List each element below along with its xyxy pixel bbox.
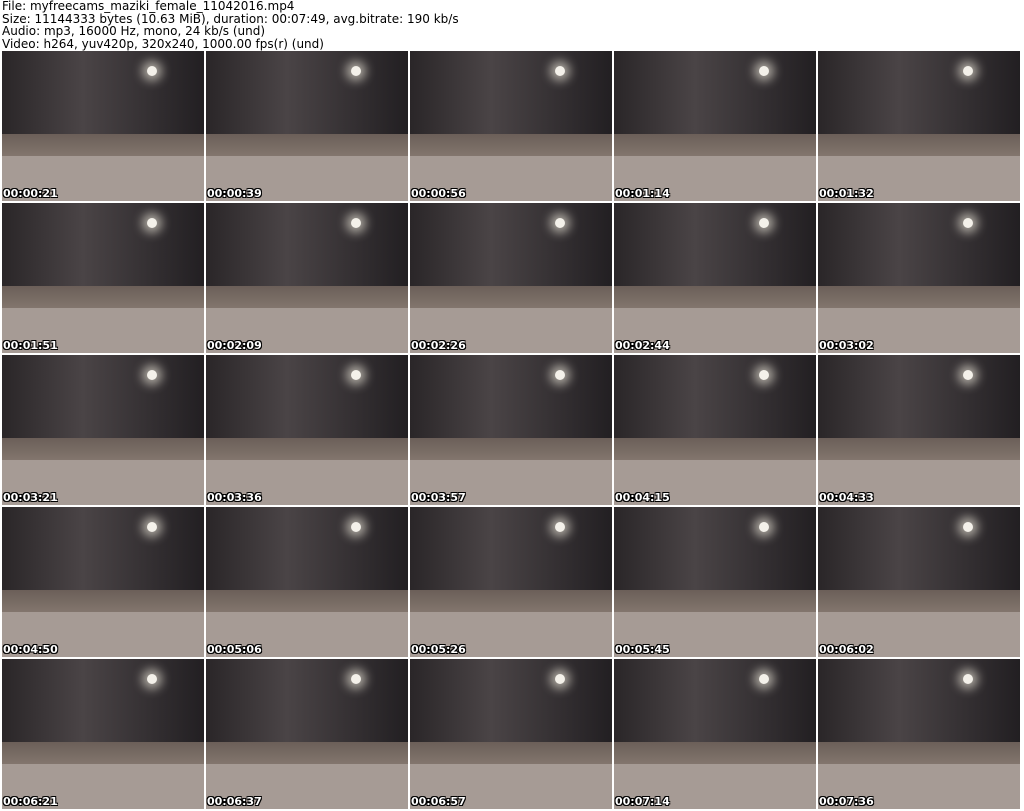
video-thumbnail: 00:03:21 (2, 355, 204, 505)
thumbnail-timestamp: 00:06:57 (411, 795, 466, 808)
video-thumbnail: 00:06:02 (818, 507, 1020, 657)
audio-info: Audio: mp3, 16000 Hz, mono, 24 kb/s (und… (2, 24, 266, 38)
thumbnail-timestamp: 00:00:56 (411, 187, 466, 200)
thumbnail-background (410, 355, 612, 438)
thumbnail-timestamp: 00:06:02 (819, 643, 874, 656)
thumbnail-timestamp: 00:01:32 (819, 187, 874, 200)
video-thumbnail: 00:02:09 (206, 203, 408, 353)
thumbnail-timestamp: 00:00:39 (207, 187, 262, 200)
thumbnail-background (614, 203, 816, 286)
video-thumbnail: 00:04:50 (2, 507, 204, 657)
thumbnail-background (206, 659, 408, 742)
thumbnail-background (206, 203, 408, 286)
thumbnail-timestamp: 00:02:26 (411, 339, 466, 352)
thumbnail-background (206, 507, 408, 590)
video-thumbnail: 00:03:36 (206, 355, 408, 505)
thumbnail-background (614, 355, 816, 438)
video-thumbnail: 00:06:21 (2, 659, 204, 809)
thumbnail-background (818, 355, 1020, 438)
video-thumbnail: 00:00:56 (410, 51, 612, 201)
video-thumbnail: 00:02:26 (410, 203, 612, 353)
thumbnail-background (2, 203, 204, 286)
thumbnail-timestamp: 00:05:06 (207, 643, 262, 656)
video-thumbnail: 00:05:45 (614, 507, 816, 657)
video-thumbnail: 00:04:15 (614, 355, 816, 505)
video-thumbnail: 00:07:14 (614, 659, 816, 809)
thumbnail-background (2, 355, 204, 438)
thumbnail-timestamp: 00:07:36 (819, 795, 874, 808)
thumbnail-timestamp: 00:04:33 (819, 491, 874, 504)
thumbnail-background (206, 355, 408, 438)
thumbnail-timestamp: 00:03:57 (411, 491, 466, 504)
thumbnail-background (2, 659, 204, 742)
video-thumbnail: 00:06:37 (206, 659, 408, 809)
thumbnail-background (410, 659, 612, 742)
video-thumbnail: 00:01:32 (818, 51, 1020, 201)
video-thumbnail: 00:00:39 (206, 51, 408, 201)
thumbnail-timestamp: 00:05:45 (615, 643, 670, 656)
video-thumbnail: 00:05:06 (206, 507, 408, 657)
thumbnail-background (818, 507, 1020, 590)
thumbnail-timestamp: 00:03:21 (3, 491, 58, 504)
thumbnail-timestamp: 00:00:21 (3, 187, 58, 200)
video-thumbnail: 00:01:14 (614, 51, 816, 201)
video-thumbnail: 00:04:33 (818, 355, 1020, 505)
video-thumbnail: 00:02:44 (614, 203, 816, 353)
thumbnail-timestamp: 00:01:51 (3, 339, 58, 352)
video-thumbnail: 00:07:36 (818, 659, 1020, 809)
thumbnail-grid: 00:00:21 00:00:39 00:00:56 00:01:14 00:01:32… (2, 51, 1020, 809)
thumbnail-background (818, 51, 1020, 134)
video-info: Video: h264, yuv420p, 320x240, 1000.00 f… (2, 36, 324, 51)
thumbnail-background (410, 51, 612, 134)
thumbnail-background (614, 51, 816, 134)
thumbnail-timestamp: 00:06:37 (207, 795, 262, 808)
video-thumbnail: 00:05:26 (410, 507, 612, 657)
thumbnail-background (206, 51, 408, 134)
thumbnail-timestamp: 00:03:36 (207, 491, 262, 504)
thumbnail-background (2, 507, 204, 590)
thumbnail-background (818, 659, 1020, 742)
thumbnail-background (410, 203, 612, 286)
thumbnail-background (614, 507, 816, 590)
thumbnail-timestamp: 00:04:50 (3, 643, 58, 656)
thumbnail-timestamp: 00:07:14 (615, 795, 670, 808)
thumbnail-background (410, 507, 612, 590)
thumbnail-timestamp: 00:01:14 (615, 187, 670, 200)
thumbnail-timestamp: 00:03:02 (819, 339, 874, 352)
thumbnail-background (2, 51, 204, 134)
thumbnail-timestamp: 00:05:26 (411, 643, 466, 656)
video-thumbnail: 00:01:51 (2, 203, 204, 353)
video-thumbnail: 00:03:02 (818, 203, 1020, 353)
video-thumbnail: 00:06:57 (410, 659, 612, 809)
thumbnail-timestamp: 00:02:09 (207, 339, 262, 352)
thumbnail-background (818, 203, 1020, 286)
thumbnail-timestamp: 00:02:44 (615, 339, 670, 352)
video-thumbnail: 00:00:21 (2, 51, 204, 201)
video-thumbnail: 00:03:57 (410, 355, 612, 505)
thumbnail-timestamp: 00:06:21 (3, 795, 58, 808)
file-name: File: myfreecams_maziki_female_11042016.… (2, 0, 295, 13)
thumbnail-background (614, 659, 816, 742)
file-info-header: File: myfreecams_maziki_female_11042016.… (2, 0, 459, 50)
thumbnail-timestamp: 00:04:15 (615, 491, 670, 504)
